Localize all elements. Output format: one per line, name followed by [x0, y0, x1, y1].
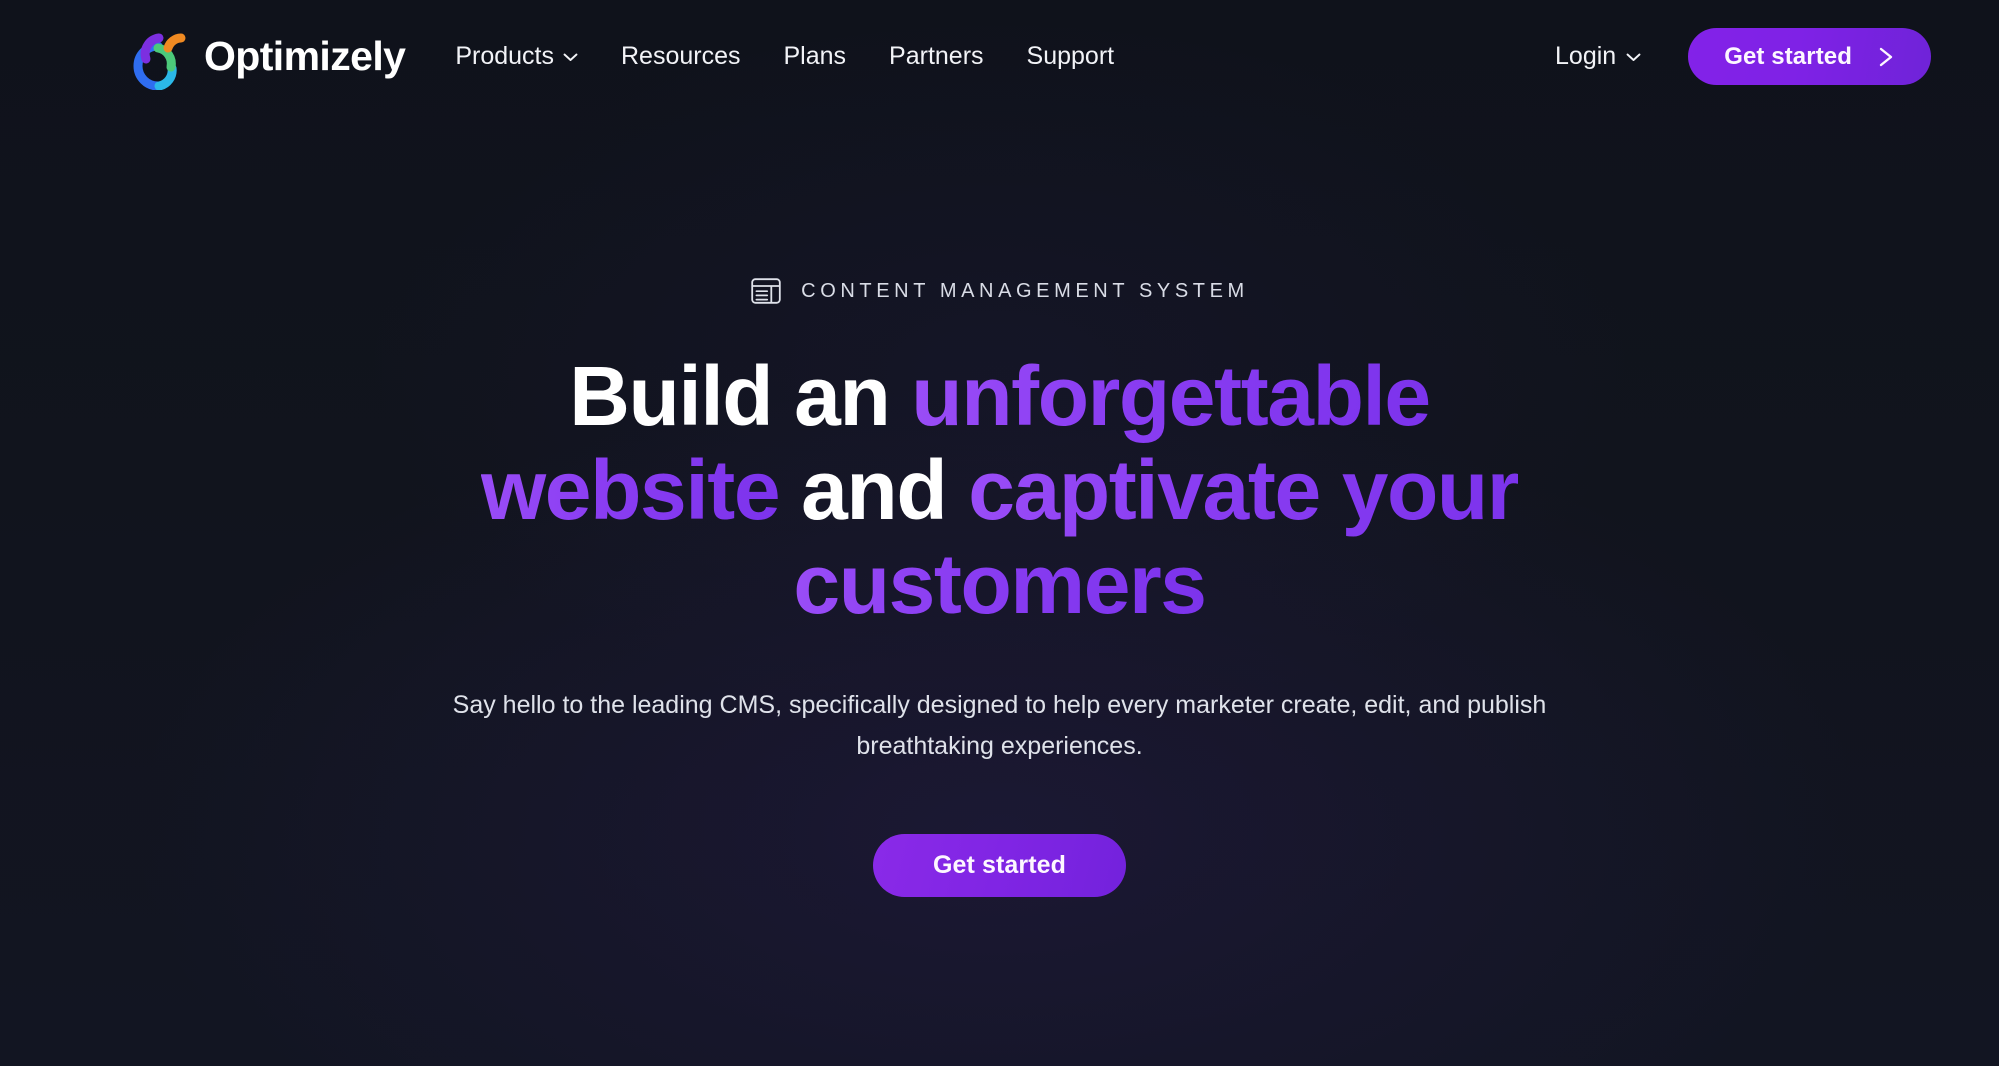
main-navigation: Products Resources Plans Partners Suppor… — [455, 44, 1114, 69]
headline-part-accent: captivate your — [968, 443, 1519, 538]
hero-section: CONTENT MANAGEMENT SYSTEM Build an unfor… — [0, 113, 1999, 1066]
nav-item-plans[interactable]: Plans — [784, 44, 847, 69]
brand-logo-link[interactable]: Optimizely — [128, 24, 406, 90]
hero-eyebrow-label: CONTENT MANAGEMENT SYSTEM — [801, 279, 1249, 302]
nav-item-support[interactable]: Support — [1027, 44, 1115, 69]
nav-item-resources[interactable]: Resources — [621, 44, 741, 69]
chevron-down-icon — [563, 52, 578, 62]
nav-item-products[interactable]: Products — [455, 44, 578, 69]
headline-part-accent: customers — [793, 537, 1207, 632]
headline-part-plain: and — [779, 443, 969, 538]
nav-item-label: Support — [1026, 42, 1115, 70]
headline-part-plain: Build an — [569, 349, 912, 443]
login-menu[interactable]: Login — [1555, 44, 1641, 69]
hero-subtext: Say hello to the leading CMS, specifical… — [452, 691, 1547, 760]
header-get-started-label: Get started — [1724, 42, 1852, 70]
nav-item-label: Resources — [621, 42, 741, 70]
nav-item-label: Plans — [783, 42, 847, 70]
hero-eyebrow: CONTENT MANAGEMENT SYSTEM — [750, 275, 1249, 307]
optimizely-logo-mark-icon — [128, 24, 190, 90]
login-label: Login — [1555, 42, 1617, 70]
brand-wordmark: Optimizely — [204, 33, 406, 79]
site-header: Optimizely Products Resources Plans Part… — [0, 0, 1999, 113]
header-actions: Login Get started — [1555, 28, 1931, 85]
hero-get-started-label: Get started — [932, 851, 1067, 880]
hero-get-started-button[interactable]: Get started — [873, 834, 1126, 898]
header-get-started-button[interactable]: Get started — [1688, 28, 1931, 85]
nav-item-partners[interactable]: Partners — [889, 44, 983, 69]
chevron-right-icon — [1878, 46, 1895, 68]
nav-item-label: Products — [455, 42, 554, 70]
chevron-down-icon — [1626, 52, 1641, 62]
hero-page: Optimizely Products Resources Plans Part… — [0, 0, 1999, 1066]
hero-headline: Build an unforgettable website and capti… — [480, 349, 1520, 631]
cms-layout-icon — [750, 275, 782, 307]
headline-part-accent: website — [480, 443, 781, 538]
nav-item-label: Partners — [889, 42, 984, 70]
headline-part-accent: unforgettable — [911, 349, 1431, 443]
